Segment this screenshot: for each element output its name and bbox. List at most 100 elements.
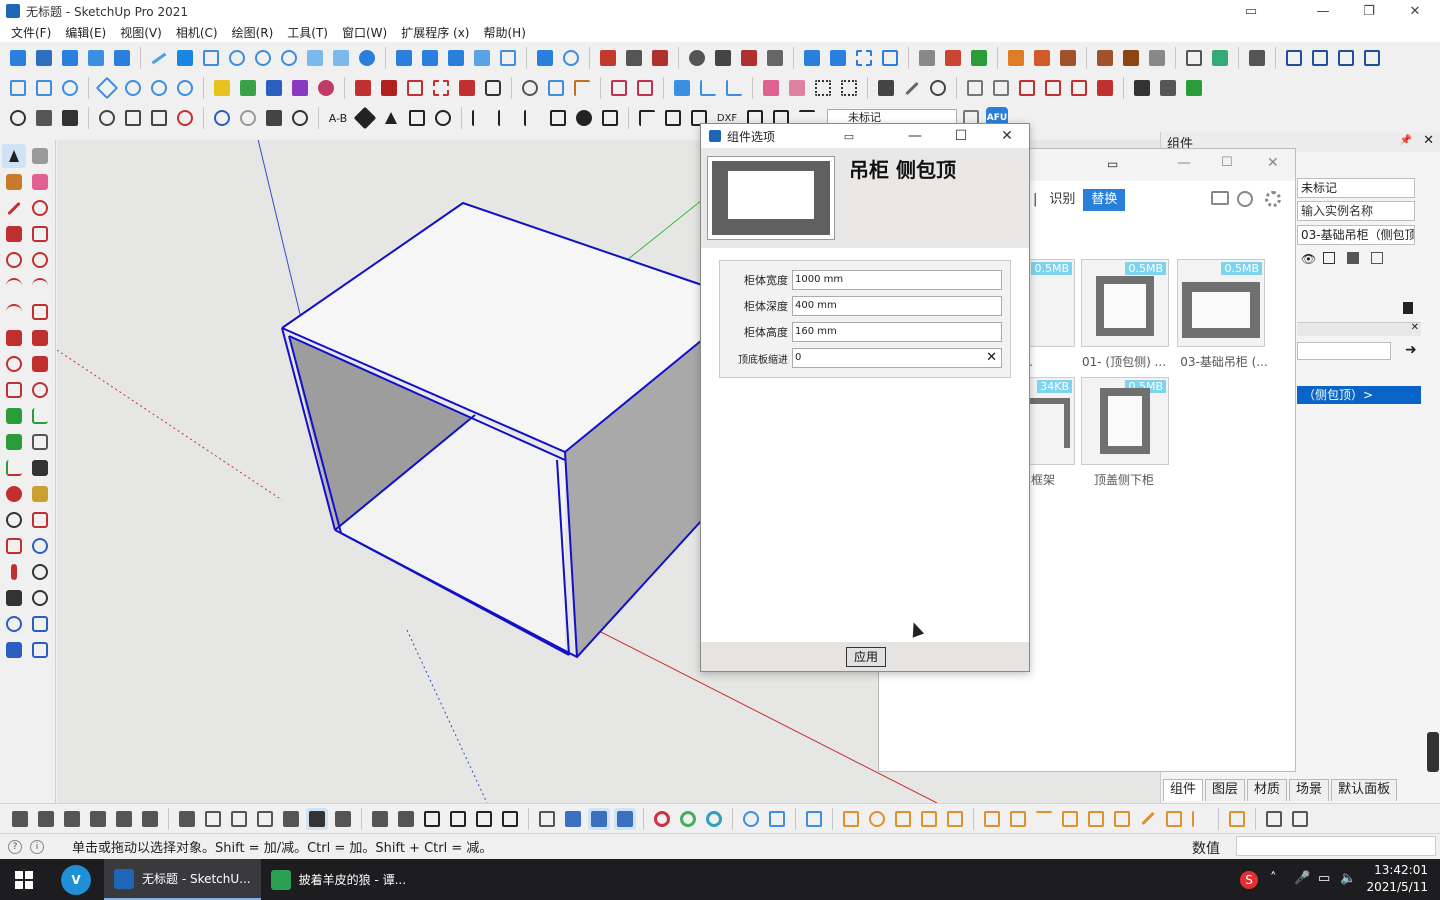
text-tool-icon[interactable]	[28, 430, 52, 454]
axes-2-icon[interactable]	[723, 77, 745, 99]
layer-stack-icon[interactable]	[1094, 47, 1116, 69]
search-input[interactable]	[1297, 342, 1391, 360]
section-plane-icon[interactable]	[536, 808, 558, 830]
menu-help[interactable]: 帮助(H)	[476, 24, 532, 41]
frame-3-icon[interactable]	[1335, 47, 1357, 69]
eraser-tool-icon[interactable]	[28, 170, 52, 194]
ab-measure-icon[interactable]: A-B	[326, 107, 350, 129]
plugin-close-button[interactable]: ✕	[1267, 155, 1279, 171]
component-thumbnail[interactable]: 0.5MB	[1081, 259, 1169, 347]
layers-icon[interactable]	[111, 47, 133, 69]
stack-icon[interactable]	[7, 77, 29, 99]
definition-name-input[interactable]: 03-基础吊柜（侧包顶）	[1297, 225, 1415, 245]
tab-materials[interactable]: 材质	[1247, 779, 1288, 801]
tablet-mode-icon[interactable]: ▭	[829, 124, 869, 148]
rectangle-fill-icon[interactable]	[174, 47, 196, 69]
cube-red-icon[interactable]	[404, 77, 426, 99]
move-orange-icon[interactable]	[840, 808, 862, 830]
sandbox-2-tool-icon[interactable]	[28, 612, 52, 636]
extrude-orange-icon[interactable]	[1163, 808, 1185, 830]
freehand-tool-icon[interactable]	[28, 196, 52, 220]
link-icon[interactable]	[122, 77, 144, 99]
hand-icon[interactable]	[740, 808, 762, 830]
compass-icon[interactable]	[356, 47, 378, 69]
orbit-icon[interactable]	[686, 47, 708, 69]
move-cross-icon[interactable]	[636, 107, 658, 129]
microphone-icon[interactable]: 🎤	[1294, 871, 1310, 887]
pencil-orange-icon[interactable]	[1137, 808, 1159, 830]
menu-edit[interactable]: 编辑(E)	[58, 24, 113, 41]
cube-dark-2-icon[interactable]	[35, 808, 57, 830]
pen-icon[interactable]	[766, 808, 788, 830]
frame-icon[interactable]	[1283, 47, 1305, 69]
push-pull-tool-icon[interactable]	[28, 326, 52, 350]
frame-2-icon[interactable]	[1309, 47, 1331, 69]
cursor-icon[interactable]	[380, 107, 402, 129]
rotate-icon[interactable]	[432, 107, 454, 129]
polygon-tool-icon[interactable]	[28, 248, 52, 272]
cube-dark-icon[interactable]	[9, 808, 31, 830]
component-gray-icon[interactable]	[1263, 808, 1285, 830]
settings-gear-icon[interactable]	[573, 107, 595, 129]
folder-icon[interactable]	[1211, 191, 1229, 205]
restore-button[interactable]: ❐	[1346, 0, 1392, 22]
explode-orange-icon[interactable]	[1085, 808, 1107, 830]
visibility-eye-icon[interactable]: 👁	[1301, 252, 1316, 266]
grid-red-2-icon[interactable]	[634, 77, 656, 99]
frame-dark-icon[interactable]	[662, 107, 684, 129]
layer-stack-3-icon[interactable]	[1146, 47, 1168, 69]
scissors-icon[interactable]	[96, 107, 118, 129]
height-input[interactable]: 160 mm	[792, 322, 1002, 342]
look-around-tool-icon[interactable]	[28, 560, 52, 584]
gem-purple-icon[interactable]	[289, 77, 311, 99]
undo-icon[interactable]	[211, 107, 233, 129]
menu-camera[interactable]: 相机(C)	[169, 24, 225, 41]
dialog-minimize-button[interactable]: —	[895, 124, 935, 148]
freehand-icon[interactable]	[560, 47, 582, 69]
columns-icon[interactable]	[547, 107, 569, 129]
rectangle-tool-icon[interactable]	[2, 222, 26, 246]
make-component-tool-icon[interactable]	[28, 144, 52, 168]
grid-red-icon[interactable]	[608, 77, 630, 99]
cube-dark-4-icon[interactable]	[87, 808, 109, 830]
info-icon[interactable]: i	[30, 839, 44, 854]
close-button[interactable]: ✕	[1392, 0, 1438, 22]
sphere-icon[interactable]	[519, 77, 541, 99]
position-camera-tool-icon[interactable]	[2, 560, 26, 584]
zoom-extents-tool-icon[interactable]	[2, 534, 26, 558]
zoom-window-tool-icon[interactable]	[28, 508, 52, 532]
style-6-icon[interactable]	[306, 807, 328, 830]
teal-ring-icon[interactable]	[703, 808, 725, 830]
offset-icon[interactable]	[200, 47, 222, 69]
green-ring-icon[interactable]	[677, 808, 699, 830]
zoom-extents-icon[interactable]	[853, 47, 875, 69]
spiral-icon[interactable]	[315, 77, 337, 99]
tray-close-icon[interactable]: ✕	[1423, 133, 1434, 148]
style-2-icon[interactable]	[202, 808, 224, 830]
line-orange-icon[interactable]	[1033, 808, 1055, 830]
small-box-red-3-icon[interactable]	[1068, 77, 1090, 99]
paste-icon[interactable]	[148, 107, 170, 129]
camera-icon[interactable]	[482, 77, 504, 99]
section-display-icon[interactable]	[614, 807, 636, 830]
follow-me-icon[interactable]	[801, 47, 823, 69]
diamond-icon[interactable]	[95, 76, 119, 100]
tablet-mode-icon[interactable]: ▭	[1228, 0, 1274, 22]
menu-tools[interactable]: 工具(T)	[280, 24, 335, 41]
pin-icon[interactable]: 📌	[1400, 135, 1412, 146]
palette-grid-2-icon[interactable]	[1031, 47, 1053, 69]
sandbox-4-tool-icon[interactable]	[28, 638, 52, 662]
tape-measure-tool-icon[interactable]	[2, 404, 26, 428]
cast-shadow-icon[interactable]	[1347, 252, 1359, 264]
flip-orange-icon[interactable]	[1111, 808, 1133, 830]
detail-icon[interactable]	[1403, 302, 1413, 314]
sandbox-tool-icon[interactable]	[2, 612, 26, 636]
tab-default-tray[interactable]: 默认面板	[1331, 779, 1398, 801]
gear-icon[interactable]	[1265, 191, 1281, 207]
right-view-icon[interactable]	[447, 808, 469, 830]
circle-tool-icon[interactable]	[2, 248, 26, 272]
pencil-blue-icon[interactable]	[671, 77, 693, 99]
style-4-icon[interactable]	[254, 808, 276, 830]
eraser-edge-icon[interactable]	[916, 47, 938, 69]
move-tool-icon[interactable]	[2, 326, 26, 350]
